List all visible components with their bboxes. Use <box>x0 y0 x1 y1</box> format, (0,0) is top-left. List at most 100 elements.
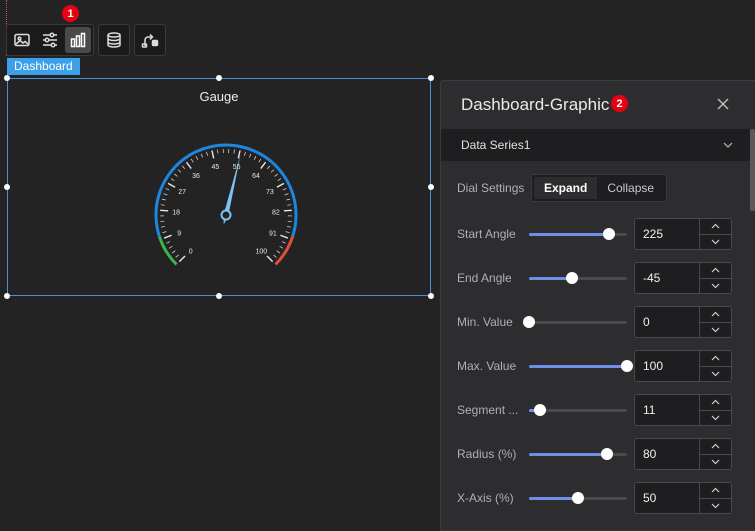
resize-handle-b[interactable] <box>216 293 222 299</box>
max-value-slider[interactable] <box>529 358 633 374</box>
decrement-button[interactable] <box>700 367 731 382</box>
chevron-down-icon <box>711 239 720 245</box>
database-icon[interactable] <box>101 27 127 53</box>
increment-button[interactable] <box>700 439 731 455</box>
x-axis-input[interactable] <box>635 483 699 513</box>
resize-handle-br[interactable] <box>428 293 434 299</box>
radius-stepper <box>634 438 732 470</box>
collapse-button[interactable]: Collapse <box>597 177 664 199</box>
max-value-stepper <box>634 350 732 382</box>
resize-handle-bl[interactable] <box>4 293 10 299</box>
expand-button[interactable]: Expand <box>534 177 598 199</box>
decrement-button[interactable] <box>700 323 731 338</box>
resize-handle-r[interactable] <box>428 184 434 190</box>
stepper-buttons <box>699 219 731 249</box>
radius-slider[interactable] <box>529 446 627 462</box>
end-angle-stepper <box>634 262 732 294</box>
slider-thumb[interactable] <box>621 360 633 372</box>
gauge-arc-mid <box>154 143 298 238</box>
increment-button[interactable] <box>700 263 731 279</box>
resize-handle-t[interactable] <box>216 75 222 81</box>
chevron-down-icon <box>711 283 720 289</box>
increment-button[interactable] <box>700 483 731 499</box>
toolbar-group-interaction <box>134 24 166 56</box>
gauge-tick-label: 45 <box>211 164 219 171</box>
end-angle-input[interactable] <box>635 263 699 293</box>
field-row-max-value: Max. Value <box>457 350 732 382</box>
image-icon[interactable] <box>9 27 35 53</box>
increment-button[interactable] <box>700 219 731 235</box>
gauge-minor-tick <box>171 250 176 254</box>
min-value-slider[interactable] <box>523 314 627 330</box>
chevron-down-icon <box>723 142 733 148</box>
panel-title: Dashboard-Graphic <box>461 95 610 114</box>
chevron-down-icon <box>711 371 720 377</box>
stepper-buttons <box>699 483 731 513</box>
max-value-input[interactable] <box>635 351 699 381</box>
slider-fill <box>529 453 608 456</box>
start-angle-slider[interactable] <box>529 226 627 242</box>
stepper-buttons <box>699 307 731 337</box>
gauge-major-tick <box>167 182 176 188</box>
resize-handle-l[interactable] <box>4 184 10 190</box>
slider-thumb[interactable] <box>566 272 579 284</box>
decrement-button[interactable] <box>700 235 731 250</box>
gauge-major-tick <box>266 255 274 263</box>
gauge-major-tick <box>260 161 267 169</box>
sliders-icon[interactable] <box>37 27 63 53</box>
gauge-minor-tick <box>276 250 281 254</box>
increment-button[interactable] <box>700 351 731 367</box>
gauge-tick-label: 18 <box>172 209 180 216</box>
slider-fill <box>529 365 627 368</box>
slider-thumb[interactable] <box>533 404 546 416</box>
radius-input[interactable] <box>635 439 699 469</box>
x-axis-slider[interactable] <box>529 490 627 506</box>
gauge-minor-tick <box>200 153 204 158</box>
slider-thumb[interactable] <box>523 316 535 328</box>
gauge-widget[interactable]: Gauge 0 9 18 27 36 45 55 64 73 82 91 100 <box>4 75 434 299</box>
gauge-minor-tick <box>177 169 182 173</box>
slider-thumb[interactable] <box>572 492 584 504</box>
chevron-down-icon <box>711 327 720 333</box>
segment-slider[interactable] <box>529 402 627 418</box>
decrement-button[interactable] <box>700 455 731 470</box>
gauge-minor-tick <box>206 151 209 156</box>
gauge-major-tick <box>185 161 192 169</box>
gauge-minor-tick <box>267 165 271 169</box>
min-value-input[interactable] <box>635 307 699 337</box>
gauge-major-tick <box>178 255 186 263</box>
link-switch-icon[interactable] <box>137 27 163 53</box>
gauge-minor-tick <box>274 173 278 177</box>
slider-thumb[interactable] <box>603 228 616 240</box>
gauge-minor-tick <box>161 198 166 201</box>
decrement-button[interactable] <box>700 411 731 426</box>
slider-thumb[interactable] <box>601 448 614 460</box>
resize-handle-tr[interactable] <box>428 75 434 81</box>
toolbar-group-style <box>6 24 94 56</box>
close-icon[interactable] <box>716 97 730 111</box>
dial-settings-toggle: Expand Collapse <box>531 174 668 202</box>
gauge-major-tick <box>283 209 292 212</box>
gauge-minor-tick <box>190 158 194 163</box>
segment-stepper <box>634 394 732 426</box>
end-angle-slider[interactable] <box>529 270 627 286</box>
dial-settings-label: Dial Settings <box>457 181 525 195</box>
field-label: Radius (%) <box>457 447 517 461</box>
segment-input[interactable] <box>635 395 699 425</box>
gauge-tick-label: 73 <box>266 189 274 196</box>
increment-button[interactable] <box>700 395 731 411</box>
gauge-minor-tick <box>279 245 284 249</box>
increment-button[interactable] <box>700 307 731 323</box>
resize-handle-tl[interactable] <box>4 75 10 81</box>
decrement-button[interactable] <box>700 279 731 294</box>
gauge-minor-tick <box>175 254 179 258</box>
toolbar <box>6 24 166 56</box>
start-angle-input[interactable] <box>635 219 699 249</box>
gauge-minor-tick <box>248 153 252 158</box>
decrement-button[interactable] <box>700 499 731 514</box>
bar-chart-icon[interactable] <box>65 27 91 53</box>
panel-scrollbar[interactable] <box>750 129 755 211</box>
component-tag: Dashboard <box>7 58 80 75</box>
series-dropdown[interactable]: Data Series1 <box>441 129 755 161</box>
field-label: X-Axis (%) <box>457 491 514 505</box>
